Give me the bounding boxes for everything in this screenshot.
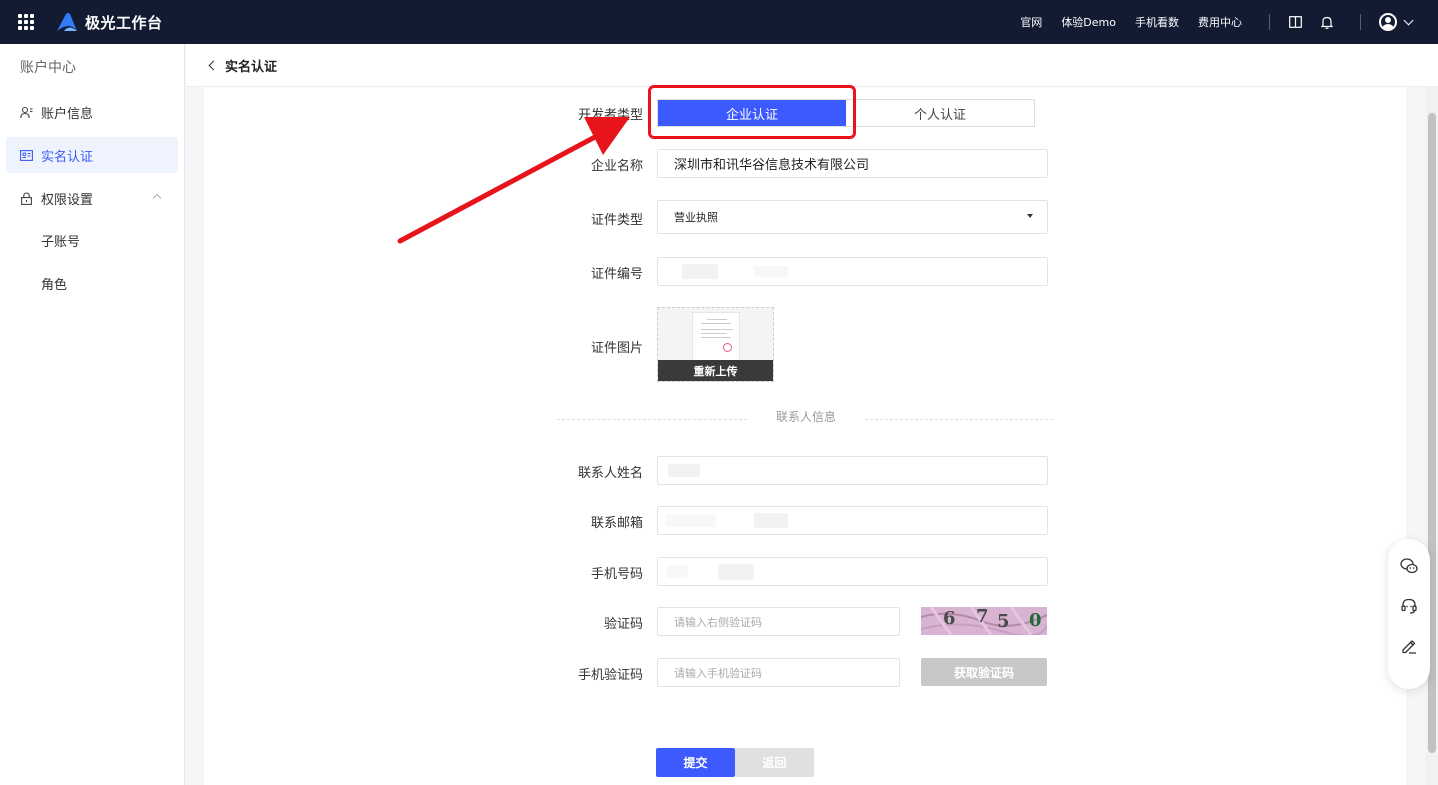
brand-logo[interactable]: 极光工作台 — [56, 12, 163, 33]
sidebar-item-label: 权限设置 — [41, 192, 94, 208]
redacted-value — [682, 264, 718, 279]
brand-name: 极光工作台 — [85, 13, 163, 32]
redacted-value — [754, 513, 788, 528]
user-info-icon — [20, 106, 33, 118]
edit-feedback-icon[interactable] — [1400, 637, 1418, 655]
top-nav: 官网 体验Demo 手机看数 费用中心 — [1020, 0, 1438, 44]
annotation-highlight-box — [648, 85, 856, 139]
company-name-input[interactable]: 深圳市和讯华谷信息技术有限公司 — [657, 149, 1048, 178]
captcha-image[interactable]: 6 7 5 0 — [921, 607, 1047, 635]
user-avatar-icon[interactable] — [1379, 13, 1397, 31]
book-icon[interactable] — [1288, 15, 1302, 29]
submit-button[interactable]: 提交 — [656, 748, 735, 777]
sidebar-item-label: 角色 — [41, 277, 68, 293]
sidebar-item-account-info[interactable]: 账户信息 — [6, 94, 178, 130]
sidebar-item-label: 实名认证 — [41, 149, 94, 165]
sidebar-item-permissions[interactable]: 权限设置 — [6, 180, 178, 216]
chevron-down-icon[interactable] — [1403, 15, 1414, 25]
contact-section-title: 联系人信息 — [747, 408, 865, 425]
app-grid-icon[interactable] — [18, 14, 34, 30]
section-divider-left — [557, 419, 747, 420]
sidebar-item-roles[interactable]: 角色 — [6, 265, 178, 301]
cert-type-value: 营业执照 — [674, 211, 718, 224]
sms-code-label: 手机验证码 — [577, 668, 643, 683]
nav-demo[interactable]: 体验Demo — [1061, 14, 1116, 30]
redacted-value — [754, 266, 788, 277]
aurora-logo-icon — [57, 13, 77, 31]
get-code-button[interactable]: 获取验证码 — [921, 658, 1047, 686]
cert-image-upload[interactable]: 重新上传 — [657, 307, 774, 382]
cert-type-select[interactable]: 营业执照 — [657, 200, 1048, 234]
cert-image-label: 证件图片 — [590, 341, 643, 356]
back-button[interactable]: 返回 — [735, 748, 814, 777]
top-bar: 极光工作台 官网 体验Demo 手机看数 费用中心 — [0, 0, 1438, 44]
sidebar-item-label: 账户信息 — [41, 106, 94, 122]
caret-down-icon — [1027, 214, 1033, 218]
stamp-icon — [723, 343, 732, 352]
wechat-icon[interactable] — [1400, 557, 1418, 575]
chevron-up-icon — [152, 193, 162, 203]
floating-toolbar — [1388, 539, 1430, 689]
phone-input[interactable] — [657, 557, 1048, 586]
back-chevron-icon[interactable] — [208, 60, 219, 70]
captcha-label: 验证码 — [603, 617, 643, 632]
lock-icon — [21, 191, 32, 205]
sidebar-item-sub-accounts[interactable]: 子账号 — [6, 222, 178, 258]
cert-number-input[interactable] — [657, 257, 1048, 286]
contact-email-label: 联系邮箱 — [590, 516, 643, 531]
page-title: 实名认证 — [225, 59, 278, 75]
nav-separator — [1269, 14, 1270, 30]
headset-support-icon[interactable] — [1400, 597, 1418, 615]
sms-code-input[interactable]: 请输入手机验证码 — [657, 658, 900, 687]
reupload-button[interactable]: 重新上传 — [658, 360, 773, 381]
captcha-char: 6 — [943, 608, 956, 629]
redacted-value — [666, 514, 716, 527]
contact-name-label: 联系人姓名 — [577, 466, 643, 481]
captcha-input[interactable]: 请输入右侧验证码 — [657, 607, 900, 636]
personal-auth-option[interactable]: 个人认证 — [846, 100, 1034, 126]
sidebar-title: 账户中心 — [20, 60, 76, 76]
captcha-char: 0 — [1029, 610, 1042, 631]
nav-separator-2 — [1360, 14, 1361, 30]
contact-name-input[interactable] — [657, 456, 1048, 485]
nav-official-site[interactable]: 官网 — [1020, 14, 1042, 30]
annotation-arrow — [397, 117, 630, 244]
redacted-value — [668, 464, 700, 477]
redacted-value — [718, 564, 754, 580]
captcha-char: 7 — [976, 607, 989, 627]
bell-icon[interactable] — [1320, 15, 1334, 29]
license-thumbnail — [692, 312, 740, 364]
contact-email-input[interactable] — [657, 506, 1048, 535]
page-header: 实名认证 — [186, 44, 1438, 87]
nav-billing[interactable]: 费用中心 — [1198, 14, 1242, 30]
redacted-value — [666, 565, 688, 578]
nav-mobile-stats[interactable]: 手机看数 — [1135, 14, 1179, 30]
phone-label: 手机号码 — [590, 567, 643, 582]
captcha-char: 5 — [997, 611, 1010, 632]
id-card-icon — [20, 149, 33, 161]
sidebar-item-label: 子账号 — [41, 234, 81, 250]
section-divider-right — [865, 419, 1053, 420]
sidebar-item-real-name-auth[interactable]: 实名认证 — [6, 137, 178, 173]
cert-number-label: 证件编号 — [590, 267, 643, 282]
